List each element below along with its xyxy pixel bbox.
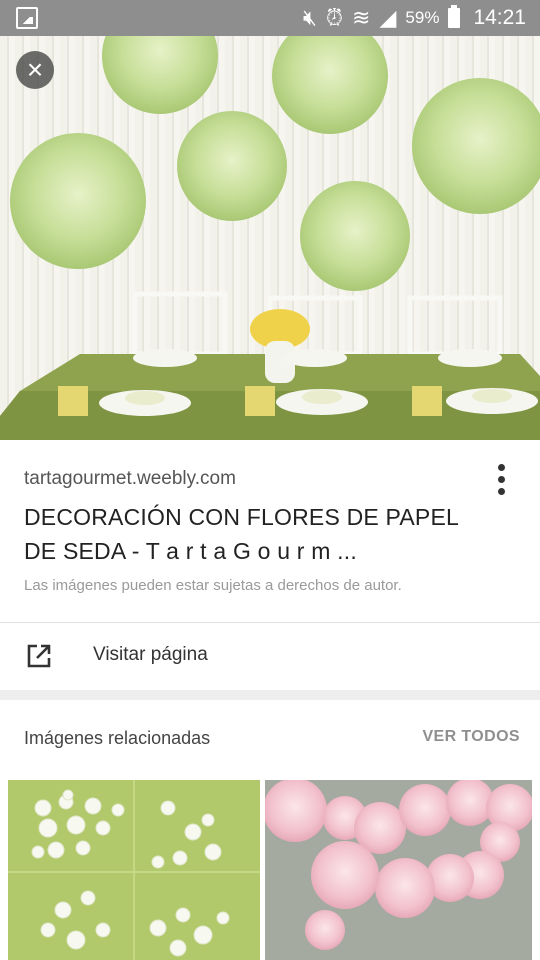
- result-title[interactable]: DECORACIÓN CON FLORES DE PAPEL DE SEDA -…: [24, 500, 494, 568]
- gallery-icon: [16, 7, 38, 29]
- pompom: [300, 181, 410, 291]
- source-domain[interactable]: tartagourmet.weebly.com: [24, 468, 236, 490]
- pink-pompoms-photo: [265, 780, 532, 950]
- alarm-icon: ⏰︎: [325, 5, 344, 30]
- related-heading: Imágenes relacionadas: [24, 728, 211, 748]
- chair: [407, 295, 503, 357]
- result-card: tartagourmet.weebly.com DECORACIÓN CON F…: [0, 440, 540, 690]
- copyright-notice: Las imágenes pueden estar sujetas a dere…: [24, 577, 402, 594]
- status-icons: 🔇︎ ⏰︎ ≋ ◢ 59% 14:21: [303, 0, 526, 36]
- see-all-button[interactable]: VER TODOS: [422, 728, 520, 746]
- mute-icon: 🔇︎: [303, 5, 317, 30]
- pompom: [272, 36, 388, 134]
- battery-percent: 59%: [405, 8, 440, 27]
- close-icon: ×: [26, 54, 44, 85]
- status-bar: 🔇︎ ⏰︎ ≋ ◢ 59% 14:21: [0, 0, 540, 36]
- pompom: [177, 111, 287, 221]
- more-vert-icon[interactable]: [494, 464, 508, 500]
- chair: [132, 291, 228, 357]
- open-in-new-icon: [27, 644, 51, 668]
- pompom: [102, 36, 218, 114]
- related-images-section: Imágenes relacionadas VER TODOS: [0, 700, 540, 960]
- battery-icon: [448, 5, 461, 28]
- table-decoration-photo: [0, 36, 540, 440]
- related-image-thumbnail[interactable]: [265, 780, 532, 960]
- pompom: [10, 133, 146, 269]
- white-flowers-photo: [8, 780, 260, 960]
- pompom: [412, 78, 540, 214]
- visit-page-label: Visitar página: [93, 644, 208, 665]
- wifi-icon: ≋: [352, 5, 371, 30]
- related-image-thumbnail[interactable]: [8, 780, 260, 960]
- close-button[interactable]: ×: [16, 51, 54, 89]
- signal-icon: ◢: [379, 5, 397, 30]
- hero-image[interactable]: ×: [0, 36, 540, 440]
- clock: 14:21: [473, 6, 526, 29]
- visit-page-button[interactable]: Visitar página: [0, 623, 540, 690]
